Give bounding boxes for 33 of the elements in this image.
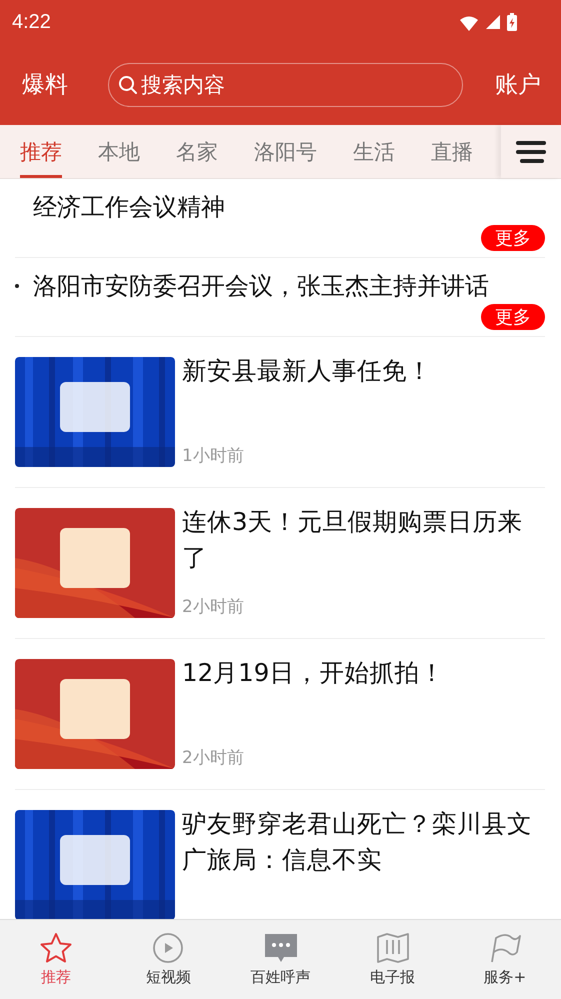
chat-icon <box>264 932 298 964</box>
nav-tab[interactable]: 短视频 <box>112 920 224 999</box>
news-title[interactable]: 经济工作会议精神 <box>33 191 225 223</box>
news-time: 2小时前 <box>182 747 245 769</box>
news-time: 2小时前 <box>182 596 245 618</box>
more-button[interactable]: 更多 <box>481 225 545 251</box>
nav-tab[interactable]: 服务+ <box>448 920 561 999</box>
nav-tab[interactable]: 电子报 <box>336 920 449 999</box>
search-icon <box>118 74 138 94</box>
news-title[interactable]: 连休3天！元旦假期购票日历来了 <box>182 504 545 576</box>
category-tab[interactable]: 生活 <box>353 125 395 178</box>
news-time: 1小时前 <box>182 445 245 467</box>
more-button[interactable]: 更多 <box>481 304 545 330</box>
bullet-icon <box>15 284 19 288</box>
signal-icon <box>485 14 501 30</box>
star-icon <box>39 932 74 964</box>
nav-tab[interactable]: 推荐 <box>0 920 112 999</box>
account-link[interactable]: 账户 <box>495 65 541 104</box>
news-title[interactable]: 新安县最新人事任免！ <box>182 353 545 389</box>
play-icon <box>152 932 184 964</box>
status-time: 4:22 <box>12 10 51 34</box>
map-icon <box>376 932 410 964</box>
category-tab[interactable]: 本地 <box>98 125 140 178</box>
category-tab[interactable]: 名家 <box>176 125 218 178</box>
category-tab[interactable]: 直播 <box>431 125 473 178</box>
news-title[interactable]: 驴友野穿老君山死亡？栾川县文广旅局：信息不实 <box>182 806 545 878</box>
category-tab[interactable]: 洛阳号 <box>254 125 317 178</box>
news-title[interactable]: 洛阳市安防委召开会议，张玉杰主持并讲话 <box>33 270 489 302</box>
report-link[interactable]: 爆料 <box>22 65 68 104</box>
nav-tab[interactable]: 百姓呼声 <box>224 920 337 999</box>
news-title[interactable]: 12月19日，开始抓拍！ <box>182 655 545 691</box>
category-tab[interactable]: 推荐 <box>20 125 62 178</box>
battery-icon <box>507 13 517 31</box>
